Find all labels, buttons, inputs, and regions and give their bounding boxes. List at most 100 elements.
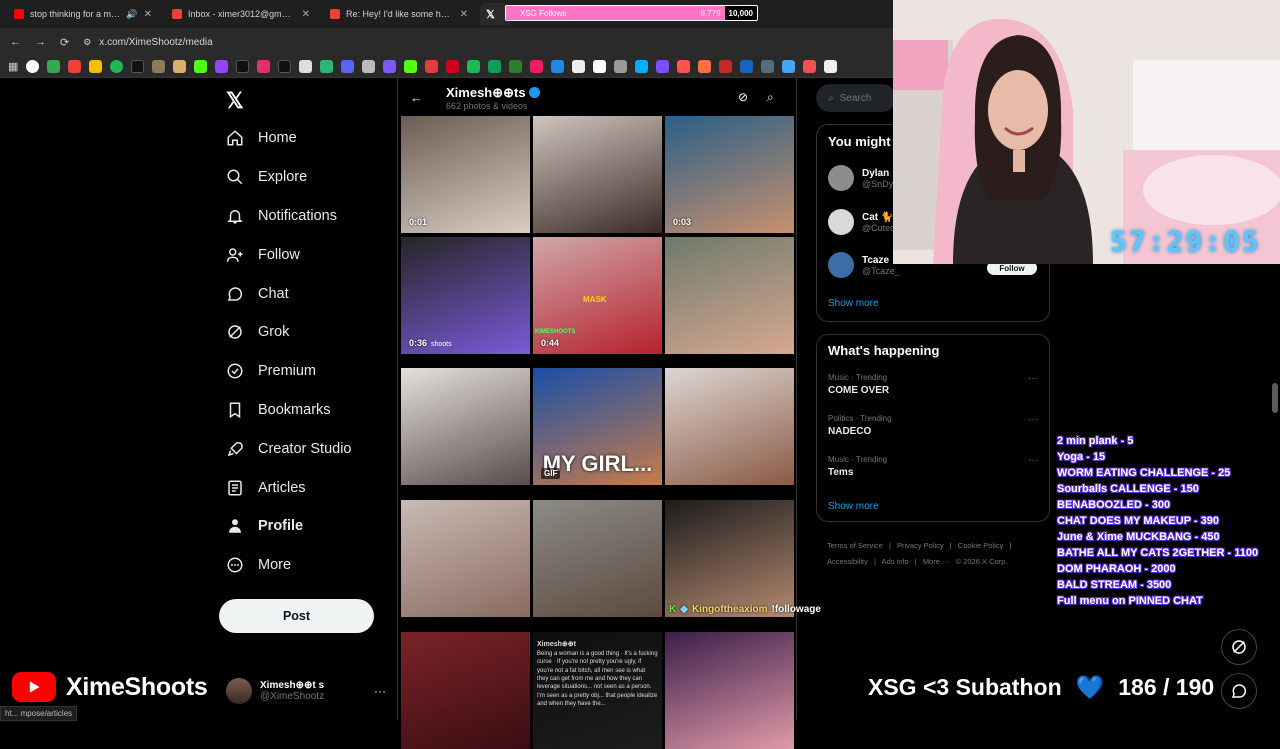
nav-home[interactable]: Home (218, 119, 388, 158)
reload-icon[interactable]: ⟳ (60, 36, 69, 49)
bookmark-icon[interactable] (299, 60, 313, 73)
post-button[interactable]: Post (219, 599, 374, 633)
grok-fab-button[interactable] (1221, 629, 1257, 665)
media-thumbnail[interactable] (401, 500, 530, 617)
media-thumbnail[interactable] (665, 632, 794, 749)
bookmark-icon[interactable] (404, 60, 418, 73)
media-thumbnail[interactable] (533, 500, 662, 617)
trend-item[interactable]: Music · Trending Tems ··· (828, 455, 1038, 478)
nav-more[interactable]: More (218, 546, 388, 585)
nav-explore[interactable]: Explore (218, 158, 388, 197)
bookmark-icon[interactable] (698, 60, 712, 73)
more-dots-icon[interactable]: ··· (1028, 414, 1038, 425)
back-arrow-icon[interactable]: ← (410, 90, 423, 105)
bookmark-icon[interactable] (719, 60, 733, 73)
media-thumbnail[interactable] (401, 368, 530, 485)
bookmark-icon[interactable] (551, 60, 565, 73)
google-bookmark-icon[interactable] (26, 60, 40, 73)
kick-bookmark-icon[interactable] (194, 60, 208, 73)
bookmark-icon[interactable] (362, 60, 376, 73)
media-thumbnail[interactable]: 0:01 (401, 116, 530, 233)
nav-bookmarks[interactable]: Bookmarks (218, 391, 388, 430)
media-thumbnail[interactable] (665, 500, 794, 617)
media-thumbnail[interactable] (401, 632, 530, 749)
footer-link[interactable]: Terms of Service (827, 541, 883, 550)
bookmark-icon[interactable] (425, 60, 439, 73)
trend-item[interactable]: Politics · Trending NADECO ··· (828, 414, 1038, 437)
search-field[interactable]: ⌕ Search (816, 84, 896, 112)
x-bookmark-icon[interactable] (278, 60, 292, 73)
bookmark-icon[interactable] (635, 60, 649, 73)
instagram-bookmark-icon[interactable] (257, 60, 271, 73)
bookmark-icon[interactable] (152, 60, 166, 73)
grok-icon[interactable]: ⊘ (738, 90, 748, 104)
footer-link[interactable]: Privacy Policy (897, 541, 944, 550)
nav-premium[interactable]: Premium (218, 352, 388, 391)
nav-chat[interactable]: Chat (218, 274, 388, 313)
gmail-bookmark-icon[interactable] (68, 60, 82, 73)
url-field[interactable]: x.com/XimeShootz/media (99, 37, 212, 48)
bookmark-icon[interactable] (173, 60, 187, 73)
bookmark-icon[interactable] (593, 60, 607, 73)
bookmark-icon[interactable] (656, 60, 670, 73)
footer-link[interactable]: More ··· (923, 557, 950, 566)
spotify-bookmark-icon[interactable] (110, 60, 124, 73)
back-icon[interactable]: ← (10, 36, 21, 48)
media-thumbnail[interactable]: 0:44 MASK KIMESHOOTS (533, 237, 662, 354)
nav-profile[interactable]: Profile (218, 507, 388, 546)
footer-link[interactable]: Accessibility (827, 557, 868, 566)
page-scrollbar[interactable] (1272, 383, 1278, 413)
browser-tab-youtube[interactable]: stop thinking for a moment 🔊 ✕ (6, 3, 160, 25)
more-dots-icon[interactable]: ··· (374, 684, 386, 698)
suggested-account[interactable]: Cat 🐈 @Cuted (828, 209, 895, 235)
footer-link[interactable]: Cookie Policy (958, 541, 1003, 550)
media-thumbnail[interactable]: 0:36 shoots (401, 237, 530, 354)
show-more-link[interactable]: Show more (828, 298, 879, 309)
bookmark-icon[interactable] (803, 60, 817, 73)
apps-grid-icon[interactable]: ▦ (8, 60, 18, 73)
nav-notifications[interactable]: Notifications (218, 197, 388, 236)
bookmark-icon[interactable] (782, 60, 796, 73)
browser-tab-email-reply[interactable]: Re: Hey! I'd like some help with ✕ (322, 3, 476, 25)
maps-bookmark-icon[interactable] (47, 60, 61, 73)
nav-creator-studio[interactable]: Creator Studio (218, 429, 388, 468)
bookmark-icon[interactable] (509, 60, 523, 73)
forward-icon[interactable]: → (35, 36, 46, 48)
bookmark-icon[interactable] (572, 60, 586, 73)
media-thumbnail[interactable]: MY GIRL... GIF (533, 368, 662, 485)
x-logo[interactable]: 𝕏 (226, 88, 244, 114)
bookmark-icon[interactable] (446, 60, 460, 73)
bookmark-icon[interactable] (761, 60, 775, 73)
media-thumbnail[interactable] (533, 116, 662, 233)
account-switcher[interactable]: Ximesh⊕⊕t s @XimeShootz ··· (226, 674, 386, 708)
footer-link[interactable]: Ads info (882, 557, 909, 566)
browser-tab-gmail[interactable]: Inbox - ximer3012@gmail.com ✕ (164, 3, 318, 25)
media-thumbnail[interactable]: Ximesh⊕⊕t Being a woman is a good thing ·… (533, 632, 662, 749)
search-icon[interactable]: ⌕ (767, 90, 774, 105)
site-info-icon[interactable]: ⚙ (83, 37, 91, 48)
drive-bookmark-icon[interactable] (89, 60, 103, 73)
close-tab-icon[interactable]: ✕ (302, 9, 310, 20)
close-tab-icon[interactable]: ✕ (460, 9, 468, 20)
bookmark-icon[interactable] (740, 60, 754, 73)
bookmark-icon[interactable] (488, 60, 502, 73)
close-tab-icon[interactable]: ✕ (144, 9, 152, 20)
media-thumbnail[interactable]: 0:03 (665, 116, 794, 233)
bookmark-icon[interactable] (467, 60, 481, 73)
more-dots-icon[interactable]: ··· (1028, 455, 1038, 466)
x-bookmark-icon[interactable] (131, 60, 145, 73)
bookmark-icon[interactable] (614, 60, 628, 73)
nav-grok[interactable]: Grok (218, 313, 388, 352)
bookmark-icon[interactable] (341, 60, 355, 73)
show-more-link[interactable]: Show more (828, 501, 879, 512)
nav-articles[interactable]: Articles (218, 468, 388, 507)
suggested-account[interactable]: Tcaze @Tcaze_ (828, 252, 900, 278)
media-thumbnail[interactable] (665, 368, 794, 485)
twitch-bookmark-icon[interactable] (215, 60, 229, 73)
trend-item[interactable]: Music · Trending COME OVER ··· (828, 373, 1038, 396)
media-thumbnail[interactable] (665, 237, 794, 354)
nav-follow[interactable]: Follow (218, 235, 388, 274)
bookmark-icon[interactable] (383, 60, 397, 73)
more-dots-icon[interactable]: ··· (1028, 373, 1038, 384)
bookmark-icon[interactable] (320, 60, 334, 73)
